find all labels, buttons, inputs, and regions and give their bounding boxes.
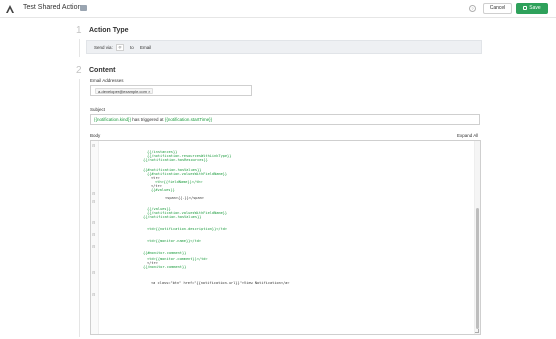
code-line: <td>{{monitor.name}}</td> (147, 239, 202, 243)
subject-input[interactable]: {{notification.kind}} has triggered at {… (90, 114, 480, 125)
fold-toggle-icon[interactable]: ⊟ (92, 293, 98, 297)
section-divider-line (79, 39, 80, 57)
code-line: {{#monitor.comment}} (143, 251, 187, 255)
save-button[interactable]: Save (516, 3, 548, 14)
expand-all-link[interactable]: Expand All (457, 133, 478, 138)
section-title-content: Content (89, 67, 116, 74)
code-line: {{/notification.hasValues}} (143, 215, 202, 219)
section-number-2: 2 (76, 65, 82, 76)
subject-token: {{notification.startTime}} (164, 117, 213, 122)
subject-label: Subject (90, 107, 106, 112)
code-line: {{#values}} (151, 188, 175, 192)
fold-toggle-icon[interactable]: ⊟ (92, 233, 98, 237)
scrollbar-thumb[interactable] (476, 208, 479, 329)
section-title-action-type: Action Type (89, 27, 129, 34)
send-via-panel: Send via: @ to Email (86, 40, 482, 54)
resize-handle-icon[interactable] (475, 329, 479, 333)
code-line: <a class="btn" href="{{notification.url}… (151, 281, 290, 285)
body-code-editor[interactable]: ⊟ {{/instances}} {{/notification.resources… (90, 140, 481, 335)
code-line: {{/notification.hasResources}} (143, 158, 208, 162)
code-line: <td>{{notification.description}}</td> (147, 227, 228, 231)
body-label: Body (90, 133, 101, 138)
send-via-label: Send via: (94, 45, 113, 50)
edit-title-icon[interactable] (80, 5, 87, 11)
top-bar: Test Shared Action ? Cancel Save (0, 0, 556, 18)
save-button-label: Save (529, 5, 541, 11)
save-icon (523, 5, 528, 10)
cancel-button[interactable]: Cancel (483, 3, 512, 14)
send-via-to-label: to (130, 45, 134, 50)
code-line: <th>{{fieldName}}</th> (155, 180, 203, 184)
fold-toggle-icon[interactable]: ⊟ (92, 245, 98, 249)
question-circle-icon[interactable]: ? (469, 5, 476, 12)
subject-token: {{notification.kind}} (94, 117, 132, 122)
email-addresses-input[interactable]: a-developer@example.com × (90, 85, 252, 96)
fold-toggle-icon[interactable]: ⊟ (92, 192, 98, 196)
send-via-channel: Email (140, 45, 152, 50)
fold-toggle-icon[interactable]: ⊟ (92, 200, 98, 204)
fold-toggle-icon[interactable]: ⊟ (92, 144, 98, 148)
section-divider-line (79, 79, 80, 337)
page-title: Test Shared Action (23, 4, 82, 11)
code-line: {{/monitor.comment}} (143, 265, 187, 269)
fold-toggle-icon[interactable]: ⊟ (92, 271, 98, 275)
email-chip[interactable]: a-developer@example.com × (95, 88, 154, 94)
editor-gutter (91, 141, 99, 334)
section-number-1: 1 (76, 25, 82, 36)
subject-text: has triggered at (131, 117, 165, 122)
code-line: <span>{{.}}</span> (165, 196, 204, 200)
logo-icon (6, 5, 14, 13)
email-channel-icon: @ (116, 44, 124, 51)
editor-scrollbar[interactable] (474, 141, 480, 334)
fold-toggle-icon[interactable]: ⊟ (92, 221, 98, 225)
email-addresses-label: Email Addresses (90, 78, 124, 83)
